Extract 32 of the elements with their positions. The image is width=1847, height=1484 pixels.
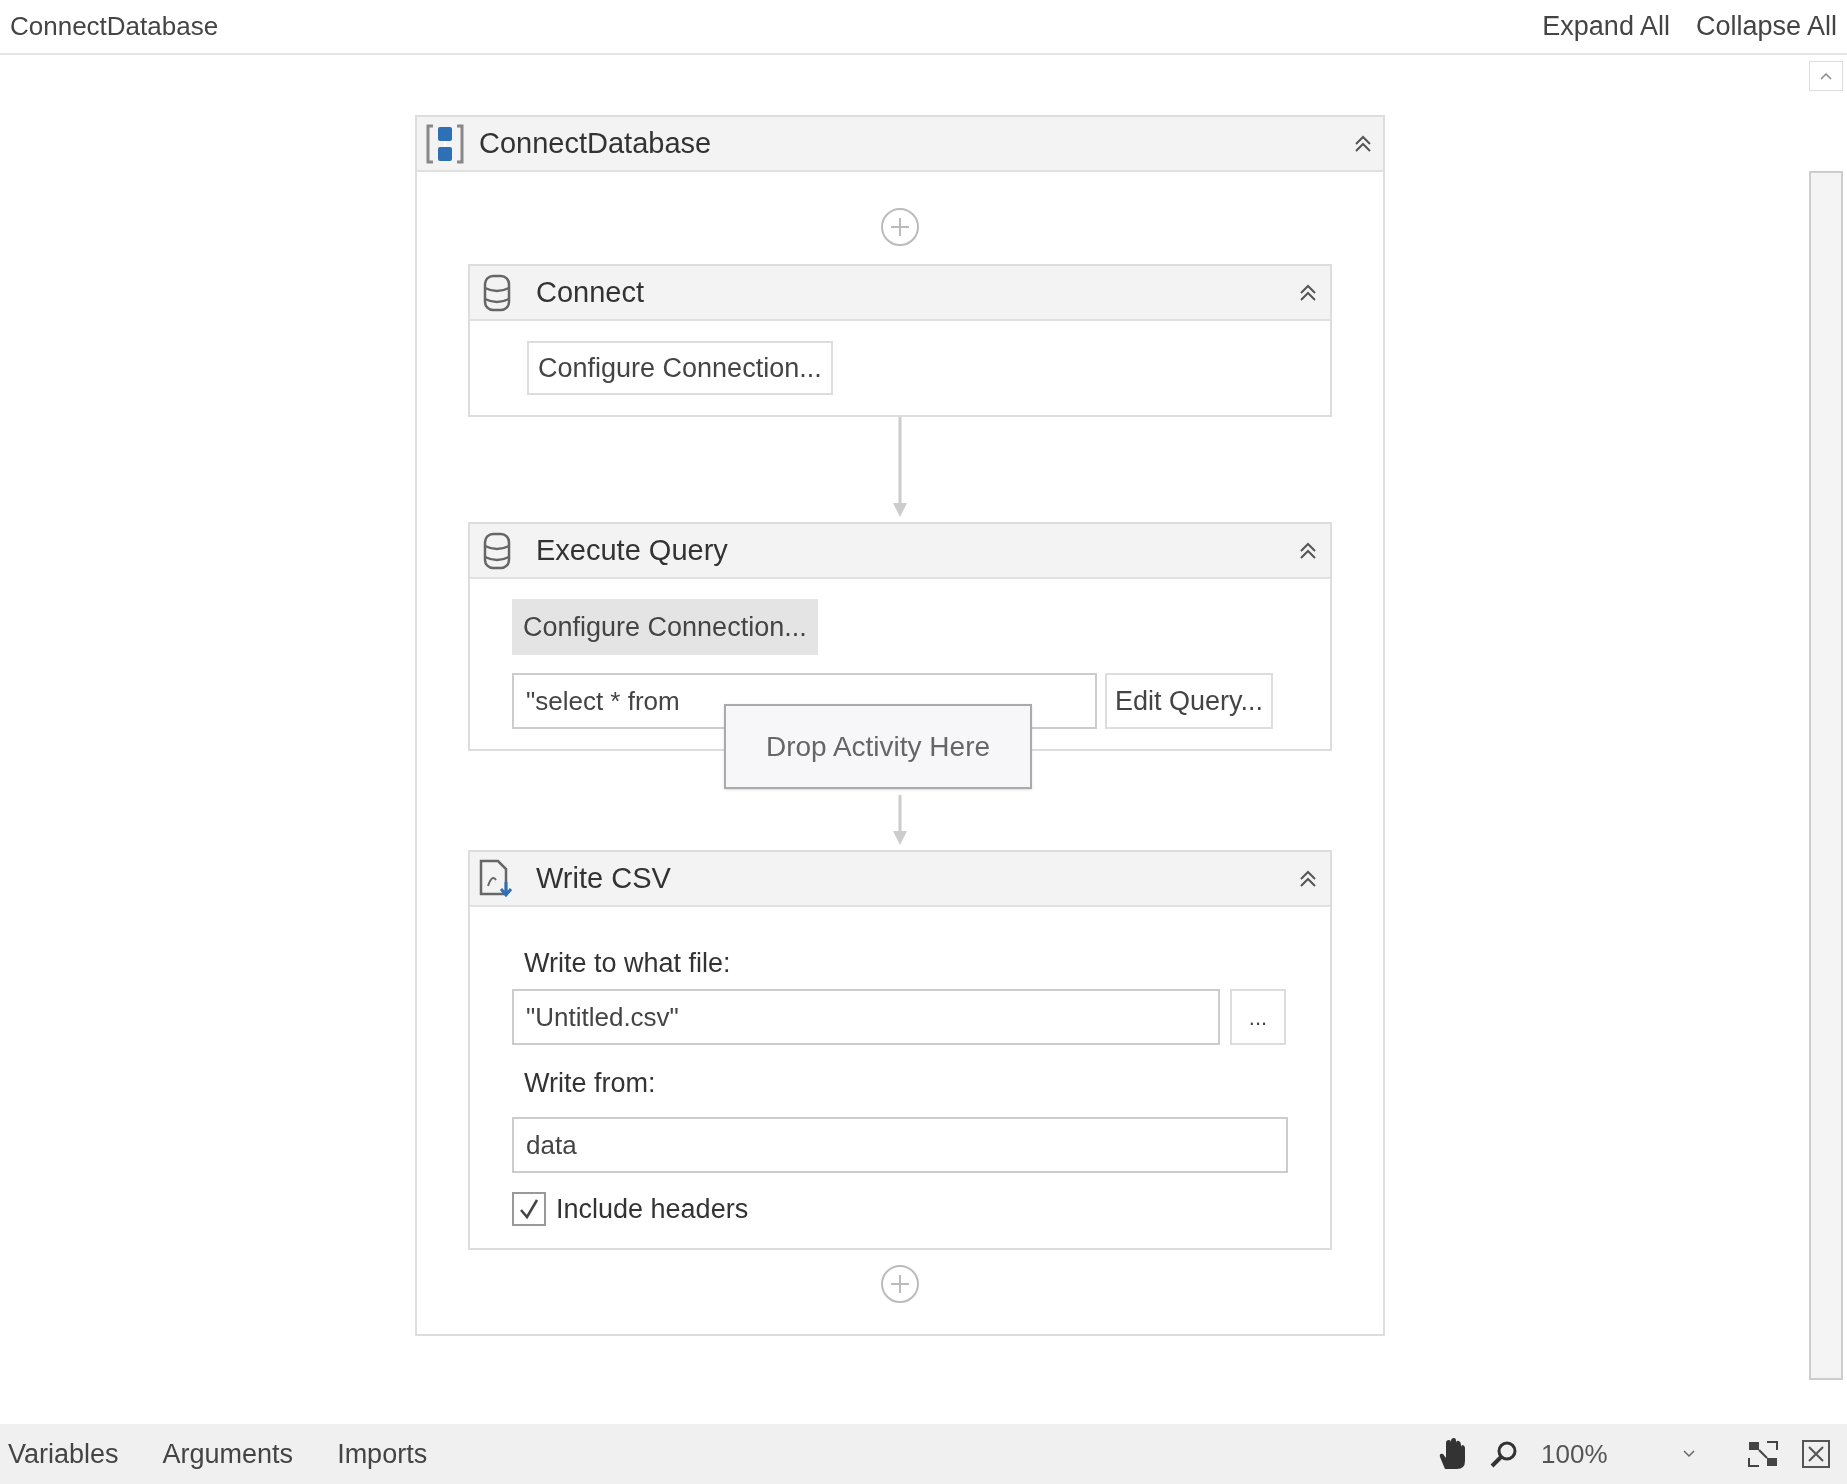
toolbar-link[interactable]: Collapse All	[1695, 6, 1837, 47]
configure-connection-button[interactable]: Configure Connection...	[512, 599, 818, 655]
checkbox[interactable]	[512, 1192, 546, 1227]
panel-tab[interactable]: Variables	[8, 1433, 119, 1475]
drop-activity-hint: Drop Activity Here	[724, 704, 1032, 789]
configure-connection-button[interactable]: Configure Connection...	[527, 341, 833, 395]
checkbox-label: Include headers	[556, 1193, 749, 1226]
field-label: Write from:	[523, 1067, 657, 1100]
database-icon	[482, 530, 512, 571]
field-label: Write to what file:	[523, 947, 732, 980]
panel-tab[interactable]: Imports	[337, 1433, 428, 1475]
write-from-field[interactable]: data	[512, 1117, 1288, 1173]
zoom-icon[interactable]	[1489, 1439, 1519, 1469]
toolbar-link[interactable]: Expand All	[1542, 6, 1670, 47]
database-icon	[482, 272, 512, 313]
sequence-title: ConnectDatabase	[479, 125, 713, 161]
dropdown-caret-icon[interactable]	[1683, 1450, 1695, 1458]
activity-title: Connect	[536, 274, 645, 310]
designer-title: ConnectDatabase	[10, 10, 219, 43]
browse-button[interactable]: ...	[1230, 989, 1286, 1045]
panel-tab[interactable]: Arguments	[162, 1433, 294, 1475]
scroll-up-icon[interactable]	[1820, 72, 1832, 80]
edit-query-button[interactable]: Edit Query...	[1105, 673, 1274, 729]
overview-icon[interactable]	[1801, 1439, 1831, 1469]
activity-title: Write CSV	[536, 860, 672, 896]
fit-to-screen-icon[interactable]	[1747, 1440, 1779, 1468]
file-path-field[interactable]: "Untitled.csv"	[512, 989, 1220, 1045]
hand-icon[interactable]	[1437, 1437, 1467, 1471]
connector-arrow	[890, 795, 910, 845]
checkmark-icon	[517, 1197, 541, 1222]
zoom-level[interactable]: 100%	[1541, 1434, 1661, 1474]
activity-title: Execute Query	[536, 532, 729, 568]
